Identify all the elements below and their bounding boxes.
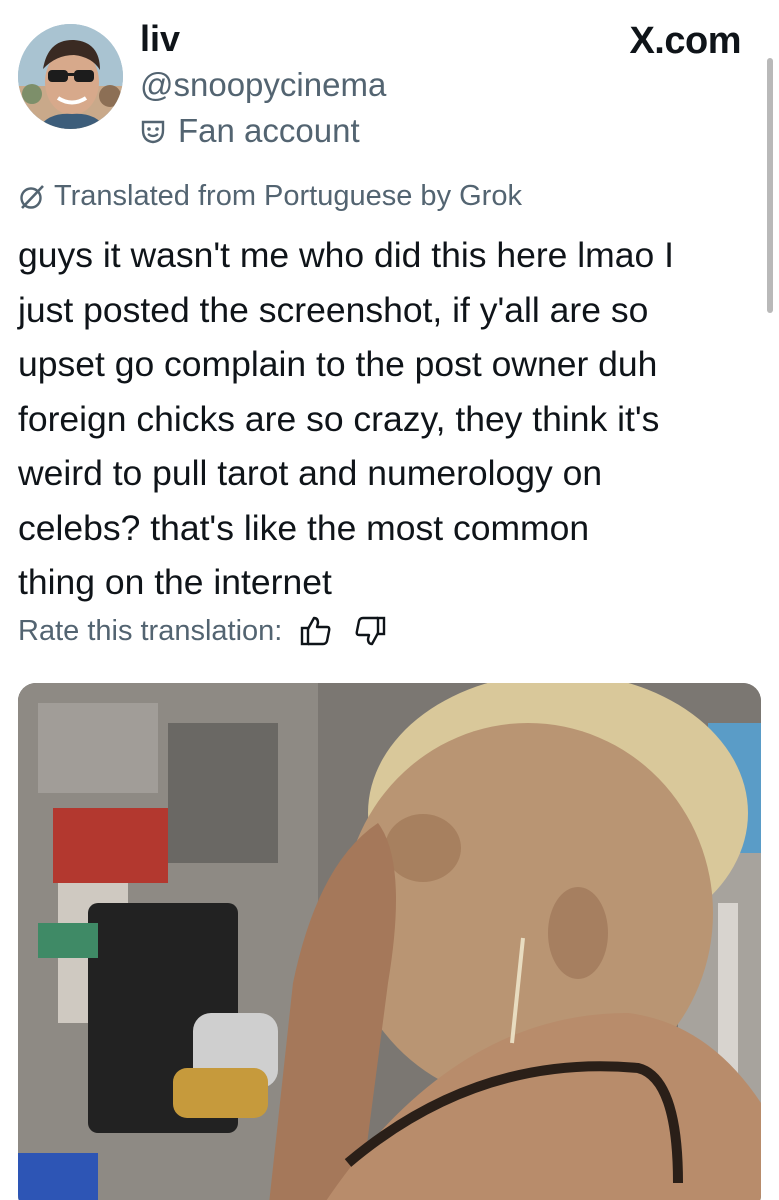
rate-translation-label: Rate this translation: [18, 614, 283, 647]
translation-notice-text: Translated from Portuguese by Grok [54, 180, 522, 212]
post-header: liv @snoopycinema Fan account X.com [0, 0, 779, 165]
rate-translation: Rate this translation: [18, 611, 390, 651]
post-media-image[interactable] [18, 683, 761, 1200]
grok-icon [20, 184, 44, 209]
post-text: guys it wasn't me who did this here lmao… [18, 235, 674, 602]
account-label: Fan account [140, 112, 360, 150]
thumbs-up-icon [301, 616, 331, 646]
avatar[interactable] [18, 24, 123, 129]
thumbs-down-icon [355, 616, 386, 646]
translation-notice: Translated from Portuguese by Grok [18, 180, 522, 213]
theater-mask-icon [141, 120, 165, 144]
brand-logo: X.com [629, 20, 741, 62]
thumbs-down-button[interactable] [350, 611, 390, 651]
user-handle[interactable]: @snoopycinema [140, 66, 386, 104]
thumbs-up-button[interactable] [296, 611, 336, 651]
account-label-text: Fan account [178, 112, 360, 149]
media-photo [18, 683, 761, 1200]
avatar-image [18, 24, 123, 129]
scrollbar[interactable] [767, 58, 773, 313]
display-name[interactable]: liv [140, 18, 180, 60]
